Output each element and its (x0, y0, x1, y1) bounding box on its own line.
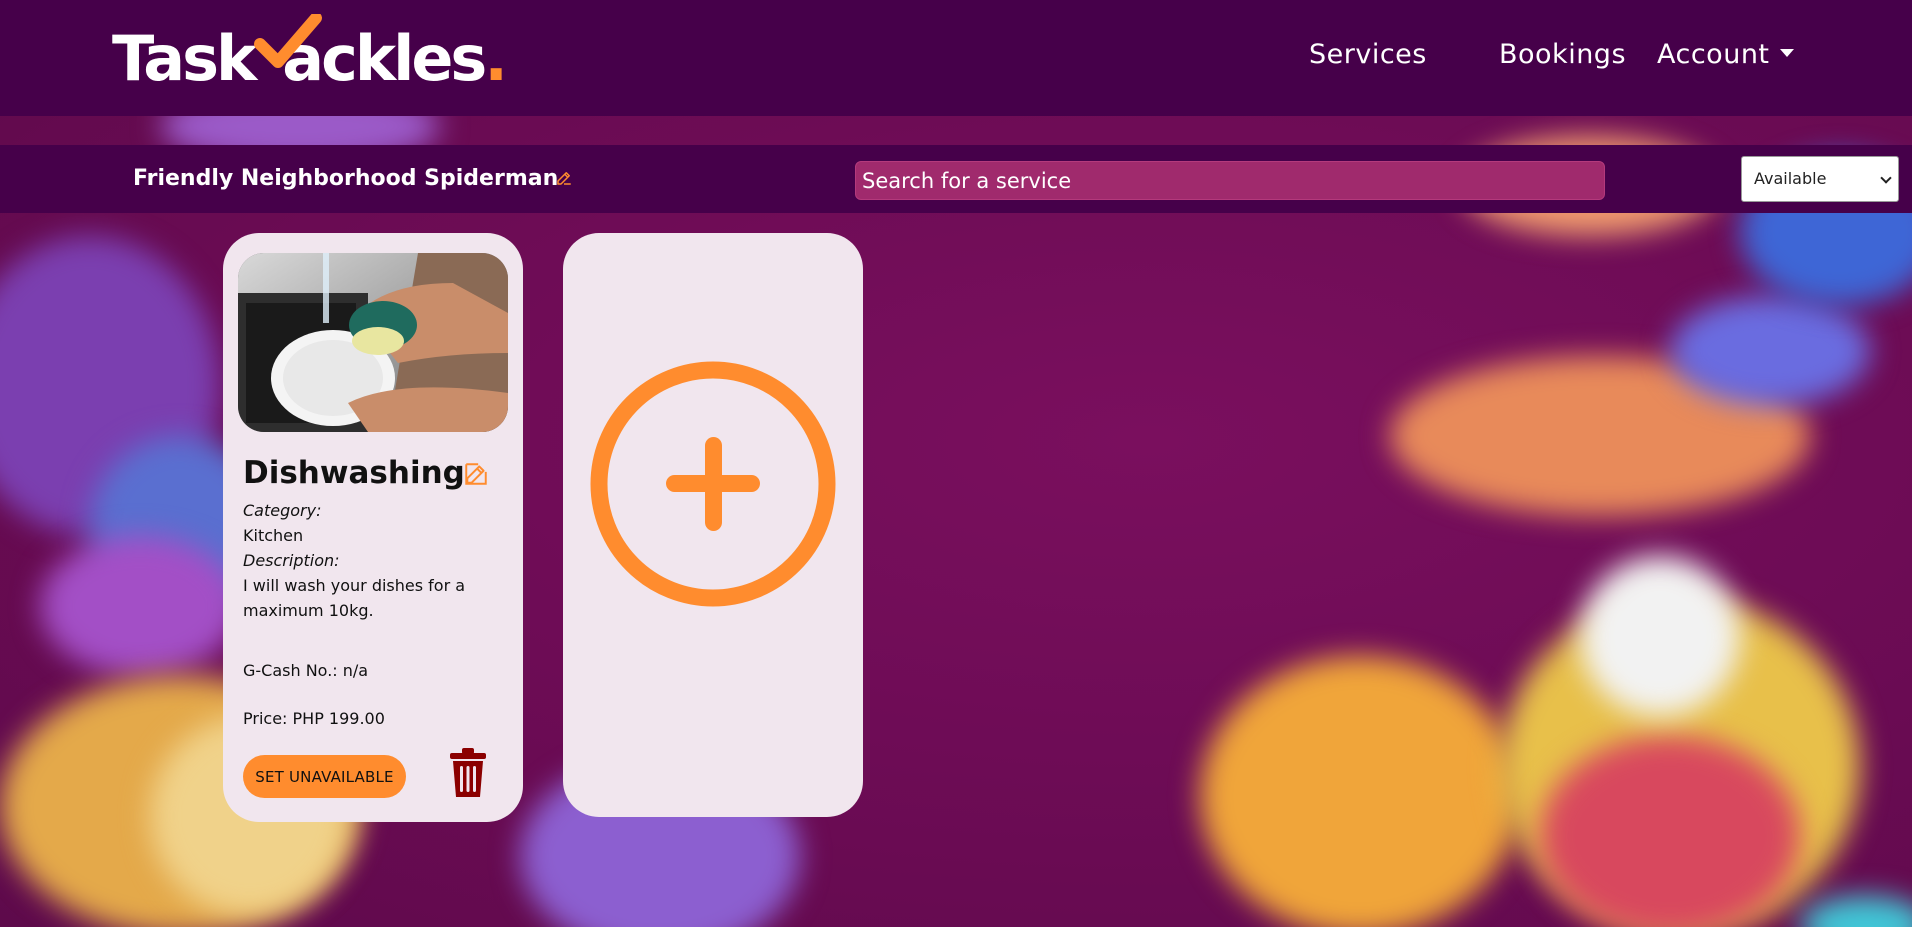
top-navbar: Task ackles. Services Bookings Account (0, 0, 1912, 116)
check-icon (254, 14, 322, 68)
provider-name: Friendly Neighborhood Spiderman (133, 166, 559, 191)
caret-down-icon (1779, 48, 1794, 57)
gcash-number: G-Cash No.: n/a (243, 661, 369, 680)
edit-icon[interactable] (555, 169, 573, 187)
add-service-card[interactable] (563, 233, 863, 817)
nav-account[interactable]: Account (1657, 38, 1794, 72)
description-value: I will wash your dishes for a maximum 10… (243, 576, 466, 620)
profile-bar: Friendly Neighborhood Spiderman Availabl… (0, 145, 1912, 213)
logo-dot: . (484, 22, 508, 95)
nav-bookings[interactable]: Bookings (1499, 38, 1626, 72)
service-card: Dishwashing Category: Kitchen Descriptio… (223, 233, 523, 822)
tasktackles-logo[interactable]: Task ackles. (112, 14, 508, 95)
service-price: Price: PHP 199.00 (243, 709, 385, 728)
nav-account-label: Account (1657, 39, 1770, 70)
edit-icon[interactable] (463, 461, 489, 487)
category-label: Category: (243, 501, 322, 520)
trash-icon[interactable] (448, 747, 488, 799)
set-unavailable-button[interactable]: SET UNAVAILABLE (243, 755, 406, 798)
nav-services[interactable]: Services (1309, 38, 1427, 72)
service-title: Dishwashing (243, 455, 465, 491)
plus-circle-icon[interactable] (590, 361, 836, 607)
chevron-down-icon (1880, 172, 1892, 184)
category-value: Kitchen (243, 526, 304, 545)
service-photo (238, 253, 508, 432)
search-input[interactable] (855, 161, 1605, 200)
logo-text-left: Task (112, 22, 257, 95)
description-label: Description: (243, 551, 340, 570)
status-select[interactable]: Available (1741, 156, 1899, 202)
status-select-value: Available (1754, 169, 1827, 188)
